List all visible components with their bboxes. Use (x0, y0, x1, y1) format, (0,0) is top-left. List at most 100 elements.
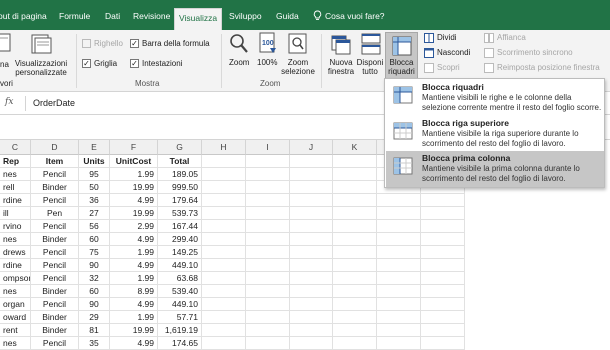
data-cell[interactable]: 32 (79, 272, 110, 285)
empty-cell[interactable] (421, 298, 465, 311)
data-cell[interactable]: drews (0, 246, 31, 259)
empty-cell[interactable] (202, 337, 246, 350)
data-cell[interactable]: 149.25 (158, 246, 202, 259)
data-cell[interactable]: 4.99 (110, 298, 158, 311)
empty-cell[interactable] (333, 207, 377, 220)
empty-cell[interactable] (202, 285, 246, 298)
view-button-label-1[interactable]: na (0, 60, 9, 69)
empty-cell[interactable] (377, 220, 421, 233)
column-header-d[interactable]: D (31, 140, 79, 155)
custom-views-button[interactable]: Visualizzazioni personalizzate (11, 59, 71, 77)
data-cell[interactable]: Pencil (31, 298, 79, 311)
empty-cell[interactable] (246, 259, 290, 272)
data-cell[interactable]: 4.99 (110, 259, 158, 272)
empty-cell[interactable] (246, 337, 290, 350)
empty-cell[interactable] (246, 207, 290, 220)
data-cell[interactable]: rdine (0, 259, 31, 272)
column-header-j[interactable]: J (290, 140, 333, 155)
empty-cell[interactable] (202, 207, 246, 220)
data-cell[interactable]: 63.68 (158, 272, 202, 285)
empty-cell[interactable] (333, 233, 377, 246)
empty-cell[interactable] (246, 168, 290, 181)
data-cell[interactable]: Binder (31, 285, 79, 298)
data-cell[interactable]: 539.73 (158, 207, 202, 220)
empty-cell[interactable] (377, 246, 421, 259)
formula-bar-checkbox[interactable]: ✓ (130, 39, 139, 48)
hide-window-button[interactable]: Nascondi (437, 48, 470, 57)
empty-cell[interactable] (202, 168, 246, 181)
data-cell[interactable]: ill (0, 207, 31, 220)
data-cell[interactable]: 539.40 (158, 285, 202, 298)
header-cell[interactable]: Units (79, 155, 110, 168)
empty-cell[interactable] (333, 272, 377, 285)
empty-cell[interactable] (202, 181, 246, 194)
column-header-i[interactable]: I (246, 140, 290, 155)
data-cell[interactable]: rvino (0, 220, 31, 233)
empty-cell[interactable] (202, 194, 246, 207)
empty-cell[interactable] (333, 311, 377, 324)
header-cell[interactable]: UnitCost (110, 155, 158, 168)
empty-cell[interactable] (377, 207, 421, 220)
empty-cell[interactable] (421, 324, 465, 337)
empty-cell[interactable] (246, 155, 290, 168)
empty-cell[interactable] (246, 220, 290, 233)
data-cell[interactable]: 56 (79, 220, 110, 233)
empty-cell[interactable] (246, 272, 290, 285)
empty-cell[interactable] (333, 324, 377, 337)
empty-cell[interactable] (246, 233, 290, 246)
empty-cell[interactable] (377, 272, 421, 285)
empty-cell[interactable] (290, 155, 333, 168)
column-header-k[interactable]: K (333, 140, 377, 155)
data-cell[interactable]: 179.64 (158, 194, 202, 207)
empty-cell[interactable] (421, 220, 465, 233)
data-cell[interactable]: Binder (31, 311, 79, 324)
data-cell[interactable]: 19.99 (110, 181, 158, 194)
empty-cell[interactable] (246, 298, 290, 311)
data-cell[interactable]: 36 (79, 194, 110, 207)
gridlines-checkbox[interactable]: ✓ (82, 59, 91, 68)
data-cell[interactable]: 449.10 (158, 298, 202, 311)
data-cell[interactable]: Pencil (31, 259, 79, 272)
data-cell[interactable]: 8.99 (110, 285, 158, 298)
freeze-panes-button[interactable]: Bloccariquadri ▼ (385, 32, 418, 83)
data-cell[interactable]: 4.99 (110, 337, 158, 350)
data-cell[interactable]: 299.40 (158, 233, 202, 246)
tell-me-box[interactable]: Cosa vuoi fare? (313, 10, 385, 21)
data-cell[interactable]: 167.44 (158, 220, 202, 233)
menu-item-freeze-top-row[interactable]: Blocca riga superiore Mantiene visibile … (386, 116, 604, 152)
column-header-h[interactable]: H (202, 140, 246, 155)
data-cell[interactable]: 57.71 (158, 311, 202, 324)
empty-cell[interactable] (421, 233, 465, 246)
empty-cell[interactable] (377, 311, 421, 324)
empty-cell[interactable] (202, 220, 246, 233)
empty-cell[interactable] (377, 324, 421, 337)
empty-cell[interactable] (377, 259, 421, 272)
data-cell[interactable]: 1.99 (110, 168, 158, 181)
empty-cell[interactable] (202, 246, 246, 259)
header-cell[interactable]: Rep (0, 155, 31, 168)
empty-cell[interactable] (246, 285, 290, 298)
unhide-window-button[interactable]: Scopri (437, 63, 460, 72)
data-cell[interactable]: 1,619.19 (158, 324, 202, 337)
empty-cell[interactable] (377, 233, 421, 246)
empty-cell[interactable] (421, 285, 465, 298)
arrange-all-button[interactable]: Disponi tutto (353, 58, 387, 76)
data-cell[interactable]: 449.10 (158, 259, 202, 272)
empty-cell[interactable] (290, 311, 333, 324)
empty-cell[interactable] (333, 285, 377, 298)
empty-cell[interactable] (290, 285, 333, 298)
reset-position-button[interactable]: Reimposta posizione finestra (497, 63, 600, 72)
data-cell[interactable]: Binder (31, 181, 79, 194)
empty-cell[interactable] (290, 324, 333, 337)
zoom-button[interactable]: Zoom (229, 58, 249, 67)
tab-guida[interactable]: Guida (276, 10, 299, 22)
header-cell[interactable]: Item (31, 155, 79, 168)
side-by-side-button[interactable]: Affianca (497, 33, 526, 42)
data-cell[interactable]: nes (0, 168, 31, 181)
zoom-100-button[interactable]: 100% (257, 58, 277, 67)
empty-cell[interactable] (421, 272, 465, 285)
empty-cell[interactable] (290, 220, 333, 233)
data-cell[interactable]: organ (0, 298, 31, 311)
empty-cell[interactable] (333, 220, 377, 233)
headings-checkbox[interactable]: ✓ (130, 59, 139, 68)
